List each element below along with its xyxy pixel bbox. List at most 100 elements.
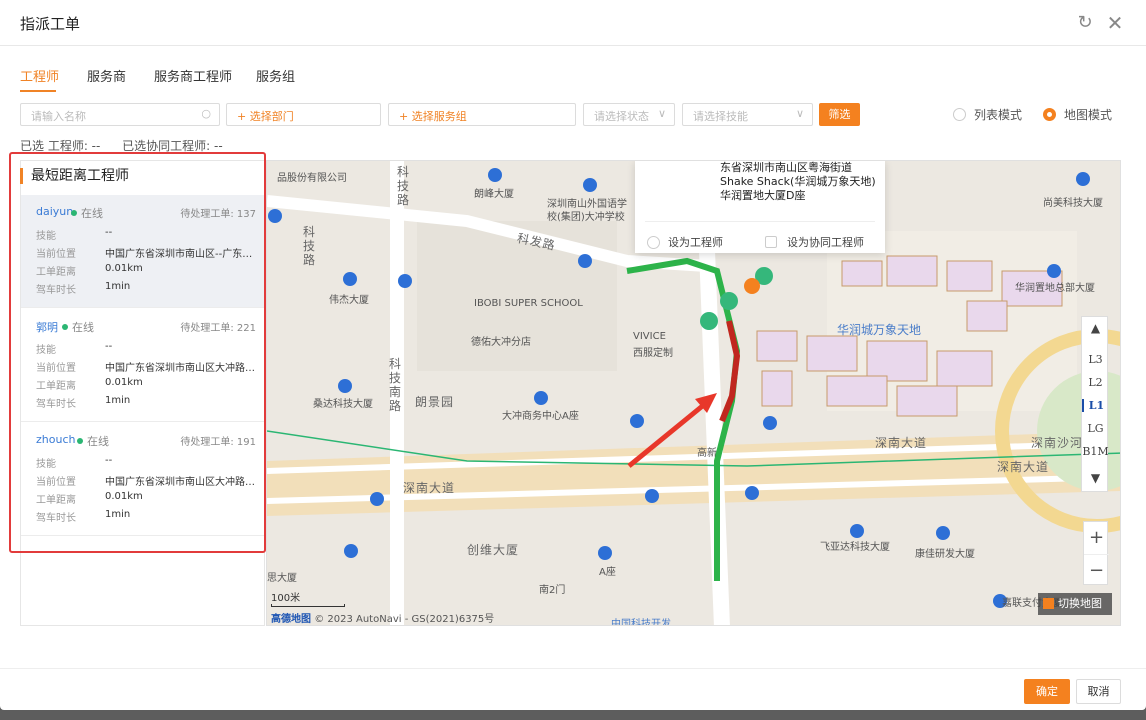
engineer-card[interactable]: 郭明 在线 待处理工单: 221 技能 -- 当前位置 中国广东省深圳市南山区大冲路… (21, 309, 264, 422)
skill-row: 技能 -- (36, 455, 113, 470)
map-mode-radio[interactable]: 地图模式 (1043, 106, 1112, 123)
drive-time-row: 驾车时长 1min (36, 509, 131, 524)
map-poi-label: 南2门 (539, 585, 566, 596)
distance-row: 工单距离 0.01km (36, 491, 143, 506)
floor-l1[interactable]: L1 (1082, 399, 1109, 412)
floor-up-icon[interactable]: ▲ (1082, 321, 1109, 335)
refresh-icon[interactable]: ↻ (1074, 12, 1096, 34)
checkbox (765, 236, 777, 248)
service-group-select[interactable]: + 选择服务组 (388, 103, 576, 126)
map-poi-label: 高新 (697, 448, 717, 459)
online-dot-icon (77, 438, 83, 444)
map-view[interactable]: 东省深圳市南山区粤海街道 Shake Shack(华润城万象天地)华润置地大厦D… (266, 160, 1121, 626)
online-status: 在线 (77, 433, 109, 449)
map-poi-label: 飞亚达科技大厦 (820, 542, 890, 553)
map-road-label: 科技路 (397, 165, 411, 207)
skill-row: 技能 -- (36, 227, 113, 242)
tab-provider-engineer[interactable]: 服务商工程师 (154, 66, 232, 85)
set-co-engineer-checkbox[interactable]: 设为协同工程师 (765, 234, 864, 250)
selected-co-engineer: 已选协同工程师: -- (122, 139, 223, 153)
floor-lg[interactable]: LG (1082, 422, 1109, 435)
assign-work-order-dialog: 指派工单 ↻ ✕ 工程师 服务商 服务商工程师 服务组 请输入名称 ○ + 选择… (0, 0, 1146, 710)
map-poi-label: 伟杰大厦 (329, 295, 369, 306)
map-poi-label: A座 (599, 567, 616, 578)
radio-circle (953, 108, 966, 121)
list-mode-radio[interactable]: 列表模式 (953, 106, 1022, 123)
department-select[interactable]: + 选择部门 (226, 103, 381, 126)
skill-row: 技能 -- (36, 341, 113, 356)
engineer-card[interactable]: zhouch 在线 待处理工单: 191 技能 -- 当前位置 中国广东省深圳市南山… (21, 423, 264, 536)
map-scale-bar (271, 604, 345, 607)
set-engineer-label: 设为工程师 (668, 236, 723, 249)
floor-selector: ▲ L3 L2 L1 LG B1M ▼ (1081, 316, 1109, 492)
active-tab-indicator (20, 90, 56, 92)
amap-logo: 高德地图 (271, 614, 311, 625)
location-row: 当前位置中国广东省深圳市南山区大冲路华润置地大厦 (36, 477, 260, 488)
search-icon: ○ (201, 107, 211, 120)
zoom-out-button[interactable]: − (1084, 554, 1109, 585)
filter-bar: 请输入名称 ○ + 选择部门 + 选择服务组 请选择状态 ∨ 请选择技能 ∨ 筛… (0, 103, 1146, 127)
set-engineer-radio[interactable]: 设为工程师 (647, 234, 723, 250)
floor-b1m[interactable]: B1M (1082, 445, 1109, 458)
map-road-label: 朗景园 (415, 395, 455, 409)
map-poi-label: 德佑大冲分店 (471, 337, 531, 348)
map-poi-label: 朗峰大厦 (474, 189, 514, 200)
cancel-button[interactable]: 取消 (1076, 679, 1121, 704)
map-poi-label: 创维大厦 (467, 543, 520, 557)
drive-time-row: 驾车时长 1min (36, 281, 131, 296)
map-scale-label: 100米 (271, 593, 301, 604)
selected-engineer: 已选 工程师: -- (20, 139, 101, 153)
map-poi-label: 华润置地总部大厦 (1015, 283, 1095, 294)
map-poi-label: 西服定制 (633, 348, 673, 359)
engineer-name[interactable]: 郭明 (36, 319, 58, 335)
online-status: 在线 (71, 205, 103, 221)
map-road-label: 深南沙河 (1031, 436, 1084, 450)
selected-summary: 已选 工程师: -- 已选协同工程师: -- (20, 137, 241, 154)
map-poi-label: VIVICE (633, 331, 666, 342)
search-placeholder: 请输入名称 (31, 110, 86, 123)
map-poi-label: IBOBI SUPER SCHOOL (474, 298, 583, 309)
engineer-card[interactable]: daiyun 在线 待处理工单: 137 技能 -- 当前位置 中国广东省深圳市南山… (21, 195, 264, 308)
set-co-engineer-label: 设为协同工程师 (787, 236, 864, 249)
online-dot-icon (71, 210, 77, 216)
map-copyright: © 2023 AutoNavi - GS(2021)6375号 (314, 614, 495, 625)
pending-count: 待处理工单: 137 (180, 209, 256, 220)
map-road-label: 科技路 (303, 225, 317, 267)
pending-count: 待处理工单: 191 (180, 437, 256, 448)
filter-button[interactable]: 筛选 (819, 103, 860, 126)
map-road-label: 深南大道 (875, 436, 928, 450)
panel-title: 最短距离工程师 (20, 168, 129, 184)
switch-map-button[interactable]: 切换地图 (1038, 593, 1112, 615)
skill-select[interactable]: 请选择技能 ∨ (682, 103, 813, 126)
status-select[interactable]: 请选择状态 ∨ (583, 103, 675, 126)
zoom-in-button[interactable]: + (1084, 522, 1109, 553)
tab-engineer[interactable]: 工程师 (20, 66, 59, 85)
floor-l3[interactable]: L3 (1082, 353, 1109, 366)
drive-time-row: 驾车时长 1min (36, 395, 131, 410)
map-poi-label: 康佳研发大厦 (915, 549, 975, 560)
tab-service-provider[interactable]: 服务商 (87, 66, 126, 85)
status-placeholder: 请选择状态 (594, 110, 649, 123)
chevron-down-icon: ∨ (795, 107, 804, 120)
map-road-label: 深南大道 (997, 460, 1050, 474)
map-poi-label: 校(集团)大冲学校 (547, 212, 625, 223)
confirm-button[interactable]: 确定 (1024, 679, 1070, 704)
close-icon[interactable]: ✕ (1104, 12, 1126, 34)
map-landmark-label: 华润城万象天地 (837, 323, 922, 337)
floor-down-icon[interactable]: ▼ (1082, 471, 1109, 485)
radio-circle-checked (1043, 108, 1056, 121)
list-mode-label: 列表模式 (974, 108, 1023, 122)
map-poi-label: 品股份有限公司 (277, 173, 347, 184)
dialog-header: 指派工单 ↻ ✕ (0, 0, 1146, 46)
dialog-title: 指派工单 (20, 15, 81, 33)
distance-row: 工单距离 0.01km (36, 377, 143, 392)
tab-service-group[interactable]: 服务组 (256, 66, 295, 85)
search-input[interactable]: 请输入名称 ○ (20, 103, 220, 126)
map-mode-label: 地图模式 (1064, 108, 1113, 122)
map-poi-label: 桑达科技大厦 (313, 399, 373, 410)
floor-l2[interactable]: L2 (1082, 376, 1109, 389)
online-dot-icon (62, 324, 68, 330)
engineer-name[interactable]: zhouch (36, 433, 75, 446)
zoom-control: + − (1083, 521, 1109, 585)
engineer-name[interactable]: daiyun (36, 205, 73, 218)
